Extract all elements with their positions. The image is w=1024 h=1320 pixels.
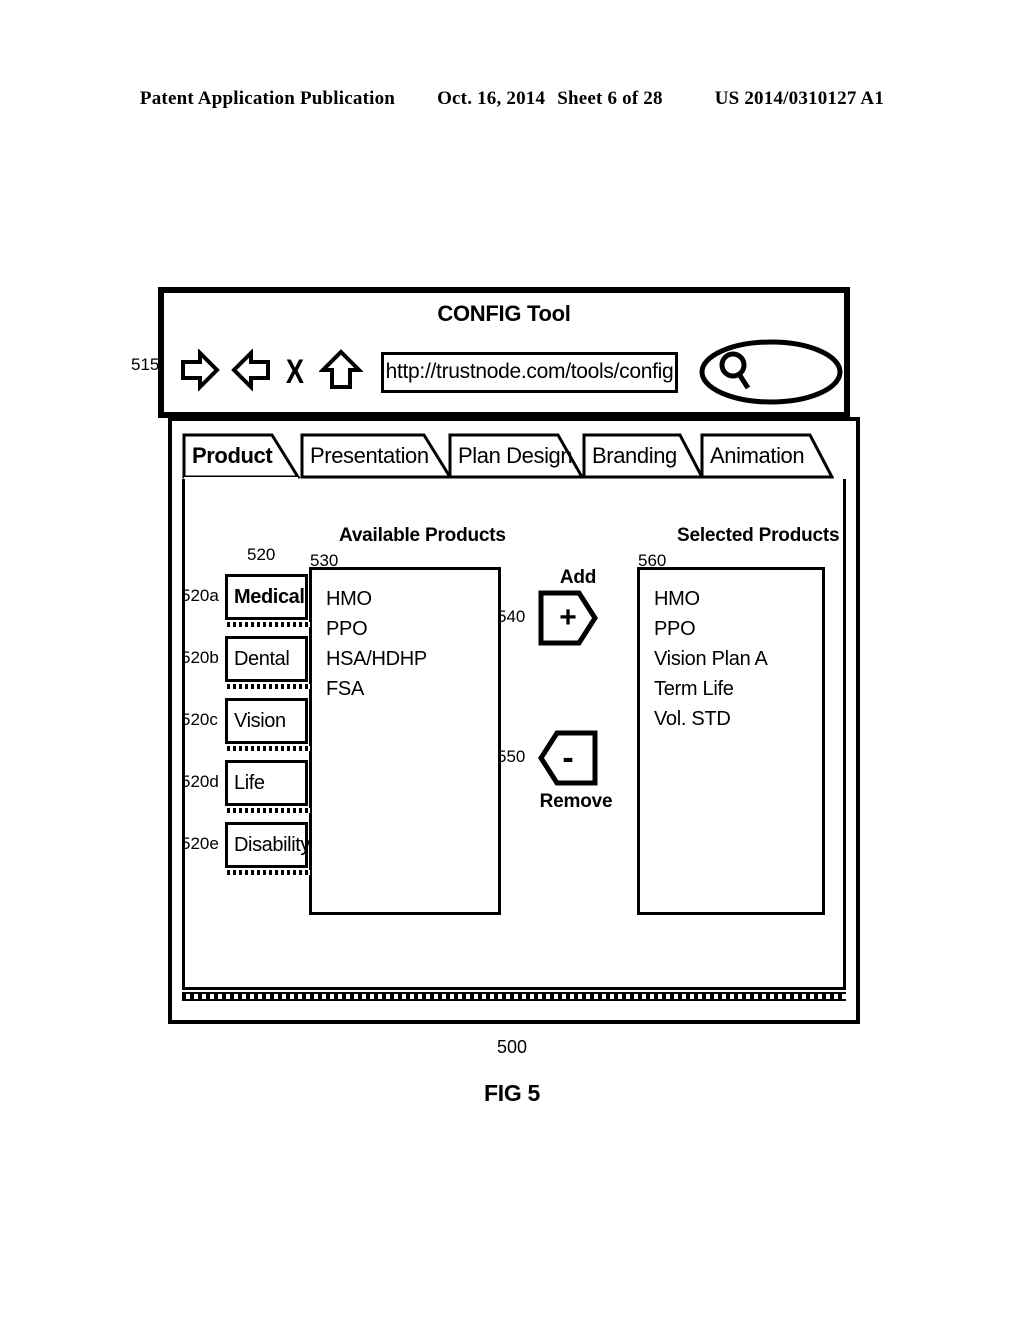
product-tab-panel: Available Products Selected Products 530… [181, 479, 846, 990]
list-item[interactable]: FSA [326, 674, 498, 704]
category-label: Life [234, 771, 265, 794]
tab-product[interactable]: Product [182, 433, 301, 479]
ref-label-540: 540 [497, 607, 526, 626]
ref-label-550: 550 [497, 747, 526, 766]
remove-button-label: Remove [539, 791, 613, 812]
list-item[interactable]: Vol. STD [654, 704, 822, 734]
add-button-label: Add [559, 567, 597, 588]
transfer-spacer [511, 651, 631, 729]
tab-bar: Product Presentation Plan Design Brandin… [172, 421, 856, 481]
tab-presentation[interactable]: Presentation [300, 433, 453, 479]
ref-label-520a: 520a [181, 586, 219, 605]
category-label: Vision [234, 709, 286, 732]
tab-label: Product [192, 443, 273, 468]
category-button-disability[interactable]: Disability [225, 822, 311, 868]
minus-icon: - [562, 739, 574, 777]
transfer-controls: Add 540 + 550 - Remove [497, 567, 631, 813]
address-bar[interactable]: http://trustnode.com/tools/config [381, 351, 678, 393]
ref-label-515: 515 [131, 355, 160, 374]
add-button-row: 540 + [497, 589, 631, 651]
tab-animation[interactable]: Animation [700, 433, 835, 479]
category-button-dental[interactable]: Dental [225, 636, 308, 682]
category-button-vision[interactable]: Vision [225, 698, 308, 744]
list-item[interactable]: PPO [654, 614, 822, 644]
category-row: 520e Disability [181, 822, 315, 875]
horizontal-scrollbar[interactable] [182, 992, 846, 1001]
button-shadow [227, 684, 310, 689]
ref-label-520b: 520b [181, 648, 219, 667]
product-category-list: 520a Medical 520b Dental 520c Vision 520… [181, 574, 315, 884]
home-arrow-icon[interactable] [318, 348, 364, 397]
button-shadow [227, 622, 310, 627]
tab-label: Plan Design [458, 443, 573, 468]
plus-icon: + [559, 601, 577, 634]
back-arrow-icon[interactable] [231, 347, 271, 396]
remove-button-row: 550 - [497, 729, 631, 791]
ref-label-520c: 520c [181, 710, 218, 729]
selected-products-list[interactable]: HMO PPO Vision Plan A Term Life Vol. STD [637, 567, 825, 915]
category-row: 520c Vision [181, 698, 315, 751]
tab-branding[interactable]: Branding [582, 433, 705, 479]
tab-plan-design[interactable]: Plan Design [448, 433, 585, 479]
forward-arrow-icon[interactable] [180, 347, 220, 396]
list-item[interactable]: PPO [326, 614, 498, 644]
ref-label-520d: 520d [181, 772, 219, 791]
selected-products-heading: Selected Products [677, 525, 840, 546]
tab-label: Animation [710, 443, 805, 468]
ref-label-520e: 520e [181, 834, 219, 853]
available-products-heading: Available Products [339, 525, 506, 546]
browser-toolbar: CONFIG Tool X http://trustnode.com/tools… [158, 287, 850, 418]
list-item[interactable]: HMO [326, 584, 498, 614]
list-item[interactable]: Vision Plan A [654, 644, 822, 674]
ref-label-520: 520 [247, 545, 276, 564]
category-button-medical[interactable]: Medical [225, 574, 308, 620]
stop-icon[interactable]: X [285, 355, 306, 389]
figure-5: 515 CONFIG Tool X http://trustnode.com/t… [0, 0, 1024, 1320]
toolbar-row: X http://trustnode.com/tools/config [164, 333, 844, 411]
category-button-life[interactable]: Life [225, 760, 308, 806]
url-text[interactable]: http://trustnode.com/tools/config [386, 360, 674, 384]
category-label: Dental [234, 647, 290, 670]
ref-label-500: 500 [496, 1037, 528, 1057]
list-item[interactable]: HMO [654, 584, 822, 614]
category-row: 520b Dental [181, 636, 315, 689]
app-title: CONFIG Tool [437, 301, 571, 326]
figure-caption: FIG 5 [483, 1080, 540, 1106]
navigation-icon-group: X [180, 347, 364, 397]
list-item[interactable]: Term Life [654, 674, 822, 704]
category-label: Disability [234, 833, 311, 856]
category-row: 520a Medical [181, 574, 315, 627]
list-item[interactable]: HSA/HDHP [326, 644, 498, 674]
tab-label: Presentation [310, 443, 429, 468]
category-label: Medical [234, 585, 305, 608]
application-window: Product Presentation Plan Design Brandin… [168, 417, 860, 1024]
available-products-list[interactable]: HMO PPO HSA/HDHP FSA [309, 567, 501, 915]
category-row: 520d Life [181, 760, 315, 813]
button-shadow [227, 808, 310, 813]
tab-label: Branding [592, 443, 677, 468]
search-box[interactable] [698, 338, 844, 406]
button-shadow [227, 746, 310, 751]
button-shadow [227, 870, 310, 875]
